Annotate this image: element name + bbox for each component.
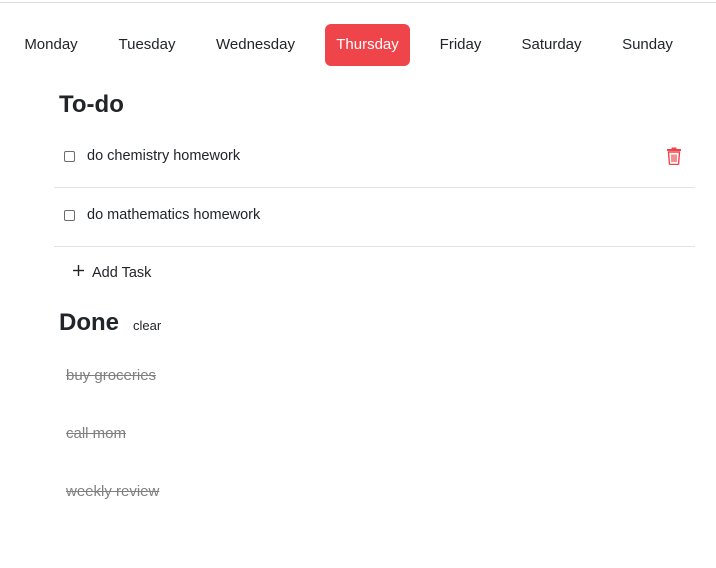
- task-label: do mathematics homework: [87, 207, 261, 223]
- tab-tuesday[interactable]: Tuesday: [108, 24, 186, 66]
- task-label: do chemistry homework: [87, 148, 241, 164]
- plus-icon: [73, 265, 84, 276]
- tab-monday[interactable]: Monday: [13, 24, 89, 66]
- task-checkbox[interactable]: [64, 210, 75, 221]
- tab-friday[interactable]: Friday: [429, 24, 492, 66]
- done-item: buy groceries: [66, 367, 157, 384]
- todo-heading: To-do: [59, 91, 124, 118]
- task-checkbox[interactable]: [64, 151, 75, 162]
- trash-icon[interactable]: [666, 147, 682, 165]
- todo-task-row: do mathematics homework: [54, 188, 695, 247]
- done-item: call mom: [66, 425, 127, 442]
- todo-task-row: do chemistry homework: [54, 129, 695, 188]
- done-heading: Done: [59, 309, 119, 336]
- add-task-label: Add Task: [92, 265, 152, 281]
- clear-done-button[interactable]: clear: [128, 316, 166, 336]
- top-divider: [0, 2, 716, 3]
- tab-thursday[interactable]: Thursday: [325, 24, 410, 66]
- tab-wednesday[interactable]: Wednesday: [205, 24, 306, 66]
- tab-saturday[interactable]: Saturday: [511, 24, 592, 66]
- day-tabs: Monday Tuesday Wednesday Thursday Friday…: [0, 24, 716, 66]
- tab-sunday[interactable]: Sunday: [611, 24, 684, 66]
- done-item: weekly review: [66, 483, 160, 500]
